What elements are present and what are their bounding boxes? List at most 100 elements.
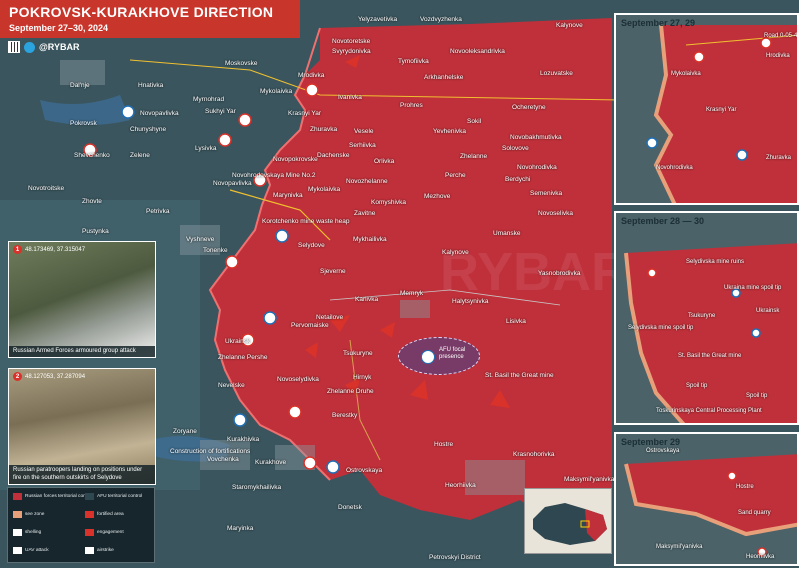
place-label: Novobakhmutivka: [510, 134, 562, 141]
place-label: Maksymil'yanivka: [564, 476, 615, 483]
place-label: Ivanivka: [338, 94, 362, 101]
inset-map: [616, 434, 797, 564]
legend-swatch: [85, 493, 94, 500]
place-label: Berestky: [332, 412, 358, 419]
brand-label[interactable]: @RYBAR: [39, 42, 79, 52]
page-title: POKROVSK-KURAKHOVE DIRECTION: [9, 4, 274, 20]
place-label: Mykolaivka: [260, 88, 293, 95]
place-label: Mezhove: [424, 193, 451, 200]
place-label: Nevelske: [218, 382, 245, 389]
legend-label: shelling: [25, 530, 42, 535]
inset-place-label: Heorhiivka: [746, 554, 775, 560]
place-label: Zhelanne: [460, 153, 488, 160]
place-label: Veselе: [354, 128, 374, 135]
place-label: Hnativka: [138, 82, 164, 89]
inset-place-label: Hostre: [736, 484, 754, 490]
title-banner: POKROVSK-KURAKHOVE DIRECTION September 2…: [0, 0, 300, 38]
inset-title: September 29: [621, 437, 681, 447]
inset-place-label: Spoil tip: [746, 393, 768, 399]
place-label: Lozuvatske: [540, 70, 573, 77]
place-label: Perche: [445, 172, 466, 179]
inset-sept-29[interactable]: September 29 Ostrovskaya Hostre Sand quarr…: [614, 432, 799, 566]
place-label: Moskovske: [225, 60, 258, 67]
inset-title: September 28 — 30: [621, 216, 705, 226]
place-label: Dachenske: [317, 152, 350, 159]
inset-place-label: Novohrodivka: [656, 165, 693, 171]
legend-label: airstrike: [97, 548, 114, 553]
place-label: Semenivka: [530, 190, 563, 197]
place-label: Kurakhivka: [227, 436, 260, 443]
place-label: Novooleksandrivka: [450, 48, 505, 55]
place-label: Zavitne: [354, 210, 376, 217]
place-label: Kalynove: [442, 249, 469, 256]
place-label: Krasnohorivka: [513, 451, 555, 458]
inset-place-label: Tsukuryne: [688, 313, 716, 319]
place-label: Ukrainsk: [225, 338, 251, 345]
place-label: Lysivka: [195, 145, 217, 152]
inset-place-label: Road 0-05-44: [764, 33, 799, 39]
legend-label: Russian forces territorial control: [25, 494, 93, 499]
place-label: Zhelanne Druhe: [327, 388, 374, 395]
place-label: St. Basil the Great mine: [485, 372, 554, 379]
overview-map: [524, 488, 612, 554]
legend-item: airstrike: [85, 547, 114, 554]
place-label: Orlivka: [374, 158, 395, 165]
photo-1[interactable]: 1 48.173469, 37.315047 Russian Armed Forc…: [8, 241, 156, 358]
legend-label: UAV attack: [25, 548, 49, 553]
legend-swatch: [13, 547, 22, 554]
place-label: Krasnyi Yar: [288, 110, 321, 117]
place-label: Tymofiivka: [398, 58, 429, 65]
legend-swatch: [85, 529, 94, 536]
place-label: Netailove: [316, 314, 344, 321]
place-label: Vovchenka: [207, 456, 239, 463]
inset-sept-28-30[interactable]: September 28 — 30 Selydivska mine ruins U…: [614, 211, 799, 425]
place-label: Novopokrovske: [273, 156, 318, 163]
place-label: Zhovte: [82, 198, 102, 205]
inset-title: September 27, 29: [621, 18, 696, 28]
place-label: Pokrovsk: [70, 120, 97, 127]
inset-place-label: Ukrainsk: [756, 308, 780, 314]
legend-item: AFU territorial control: [85, 493, 142, 500]
legend-label: AFU territorial control: [97, 494, 143, 499]
place-label: Construction of fortifications: [170, 448, 251, 455]
place-label: Zhelanne Pershe: [218, 354, 268, 361]
legend-label: see zone: [25, 512, 45, 517]
qr-code-icon[interactable]: [8, 41, 20, 53]
place-label: Zoryane: [173, 428, 197, 435]
place-label: Berdychi: [505, 176, 531, 183]
photo-caption: Russian Armed Forces armoured group atta…: [9, 345, 155, 357]
photo-2[interactable]: 2 48.127053, 37.287094 Russian paratroope…: [8, 368, 156, 485]
place-label: Donetsk: [338, 504, 362, 511]
place-label: Myrnohrad: [193, 96, 225, 103]
place-label: Kurakhove: [255, 459, 287, 466]
place-label: Dal'nje: [70, 82, 90, 89]
coords-text: 48.173469, 37.315047: [25, 246, 86, 253]
legend-swatch: [85, 511, 94, 518]
inset-sept-27-29[interactable]: September 27, 29 Road 0-05-44 Hrodivka Myk…: [614, 13, 799, 205]
place-label: Mykhailivka: [353, 236, 387, 243]
place-label: Hirnyk: [353, 374, 372, 381]
legend-swatch: [85, 547, 94, 554]
place-label: Zelene: [130, 152, 150, 159]
place-label: Marynivka: [273, 192, 303, 199]
telegram-icon[interactable]: [24, 41, 35, 53]
place-label: Novohrodovskaya Mine No.2: [232, 172, 316, 179]
place-label: Ocheretyne: [512, 104, 546, 111]
place-label: Novopavlivka: [140, 110, 179, 117]
place-label: Pervomaiske: [291, 322, 329, 329]
legend-swatch: [13, 511, 22, 518]
inset-place-label: St. Basil the Great mine: [678, 353, 742, 359]
place-label: Hostre: [434, 441, 454, 448]
date-range: September 27–30, 2024: [9, 23, 109, 33]
place-label: Heorhiivka: [445, 482, 476, 489]
afu-unit-icon: [421, 350, 435, 364]
place-label: Arkhanhelske: [424, 74, 464, 81]
legend-item: fortified area: [85, 511, 124, 518]
place-label: Pustynka: [82, 228, 109, 235]
place-label: Halytsynivka: [452, 298, 489, 305]
place-label: Umanske: [493, 230, 521, 237]
photo-coords: 2 48.127053, 37.287094: [13, 372, 85, 381]
inset-place-label: Toskurinskaya Central Processing Plant: [656, 408, 762, 414]
legend-item: shelling: [13, 529, 41, 536]
legend-item: UAV attack: [13, 547, 49, 554]
